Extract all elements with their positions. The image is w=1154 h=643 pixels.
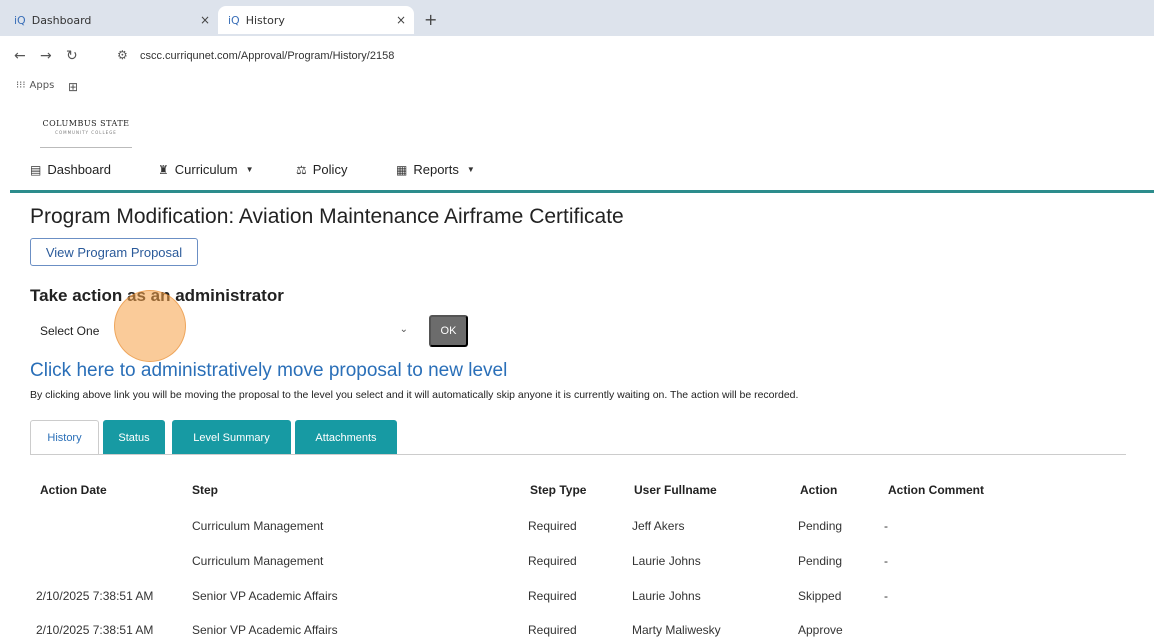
logo-subtext: COMMUNITY COLLEGE xyxy=(55,130,117,135)
cell-comment: - xyxy=(884,554,888,568)
logo-text: COLUMBUS STATE xyxy=(42,119,130,128)
nav-label: Policy xyxy=(312,162,348,177)
cell-user: Jeff Akers xyxy=(632,519,685,533)
nav-dashboard[interactable]: ▤ Dashboard xyxy=(30,162,111,177)
cell-action-date: 2/10/2025 7:38:51 AM xyxy=(36,589,154,603)
reload-icon[interactable]: ↻ xyxy=(66,48,78,64)
apps-grid-icon: ⁝⁝⁝ xyxy=(16,80,26,91)
nav-label: Reports xyxy=(413,162,459,177)
cell-step-type: Required xyxy=(528,554,577,568)
column-header: Step Type xyxy=(530,483,587,497)
apps-bookmark[interactable]: ⁝⁝⁝ Apps xyxy=(16,80,54,91)
admin-action-select[interactable]: Select One ⌄ xyxy=(30,316,414,346)
column-header: User Fullname xyxy=(634,483,717,497)
cell-action-date: 2/10/2025 7:38:51 AM xyxy=(36,623,154,637)
main-nav: ▤ Dashboard ♜ Curriculum ▼ ⚖ Policy ▦ Re… xyxy=(0,152,1154,190)
dashboard-icon: ▤ xyxy=(30,162,42,177)
cell-comment: - xyxy=(884,519,888,533)
curriqunet-favicon-icon: iQ xyxy=(228,13,240,27)
column-header: Action xyxy=(800,483,838,497)
cell-action: Approve xyxy=(798,623,843,637)
tabs-underline xyxy=(30,454,1126,455)
nav-curriculum[interactable]: ♜ Curriculum ▼ xyxy=(158,162,254,177)
column-header: Action Comment xyxy=(888,483,984,497)
nav-reports[interactable]: ▦ Reports ▼ xyxy=(396,162,475,177)
site-settings-icon[interactable]: ⚙ xyxy=(117,48,128,62)
cell-action: Pending xyxy=(798,519,843,533)
column-header: Step xyxy=(192,483,219,497)
cell-action: Pending xyxy=(798,554,843,568)
curriqunet-favicon-icon: iQ xyxy=(14,13,26,27)
url-field[interactable]: cscc.curriqunet.com/Approval/Program/His… xyxy=(140,50,394,62)
close-tab-icon[interactable]: × xyxy=(396,13,406,27)
select-value: Select One xyxy=(40,324,100,338)
tab-history[interactable]: History xyxy=(30,420,99,455)
cell-user: Laurie Johns xyxy=(632,554,701,568)
caret-down-icon: ▼ xyxy=(245,165,254,174)
nav-label: Curriculum xyxy=(174,162,238,177)
cell-step: Senior VP Academic Affairs xyxy=(192,589,338,603)
nav-label: Dashboard xyxy=(47,162,111,177)
forward-arrow-icon[interactable]: → xyxy=(40,48,52,64)
cell-step-type: Required xyxy=(528,589,577,603)
browser-tab-dashboard[interactable]: iQ Dashboard × xyxy=(4,6,218,34)
tab-attachments[interactable]: Attachments xyxy=(295,420,397,455)
cell-step: Curriculum Management xyxy=(192,519,324,533)
policy-icon: ⚖ xyxy=(296,162,307,177)
tab-level-summary[interactable]: Level Summary xyxy=(172,420,291,455)
back-arrow-icon[interactable]: ← xyxy=(14,48,26,64)
column-header: Action Date xyxy=(40,483,107,497)
ok-button[interactable]: OK xyxy=(429,315,468,347)
reports-icon: ▦ xyxy=(396,162,408,177)
address-bar-row: ← → ↻ ⚙ cscc.curriqunet.com/Approval/Pro… xyxy=(0,36,1154,76)
cell-step: Senior VP Academic Affairs xyxy=(192,623,338,637)
cell-step-type: Required xyxy=(528,519,577,533)
new-tab-button[interactable]: + xyxy=(424,10,437,29)
view-program-proposal-button[interactable]: View Program Proposal xyxy=(30,238,198,266)
curriculum-icon: ♜ xyxy=(158,162,169,177)
admin-action-heading: Take action as an administrator xyxy=(30,286,284,305)
move-proposal-note: By clicking above link you will be movin… xyxy=(30,389,799,401)
tab-status[interactable]: Status xyxy=(103,420,165,455)
close-tab-icon[interactable]: × xyxy=(200,13,210,27)
browser-tab-title: History xyxy=(245,13,285,27)
browser-tab-strip: iQ Dashboard × iQ History × + xyxy=(0,0,1154,36)
chevron-down-icon: ⌄ xyxy=(399,324,408,335)
cell-step-type: Required xyxy=(528,623,577,637)
cell-user: Marty Maliwesky xyxy=(632,623,721,637)
caret-down-icon: ▼ xyxy=(466,165,475,174)
nav-divider xyxy=(10,190,1154,193)
move-proposal-link[interactable]: Click here to administratively move prop… xyxy=(30,360,507,382)
apps-label: Apps xyxy=(29,80,55,91)
cell-user: Laurie Johns xyxy=(632,589,701,603)
cell-action: Skipped xyxy=(798,589,842,603)
nav-policy[interactable]: ⚖ Policy xyxy=(296,162,347,177)
browser-tab-title: Dashboard xyxy=(31,13,92,27)
page-title: Program Modification: Aviation Maintenan… xyxy=(30,205,624,228)
cell-step: Curriculum Management xyxy=(192,554,324,568)
browser-tab-history[interactable]: iQ History × xyxy=(218,6,414,34)
cell-comment: - xyxy=(884,589,888,603)
bookmarks-bar: ⁝⁝⁝ Apps ⊞ xyxy=(0,76,1154,102)
tab-groups-icon[interactable]: ⊞ xyxy=(68,80,78,94)
college-logo[interactable]: COLUMBUS STATE COMMUNITY COLLEGE xyxy=(40,116,132,148)
